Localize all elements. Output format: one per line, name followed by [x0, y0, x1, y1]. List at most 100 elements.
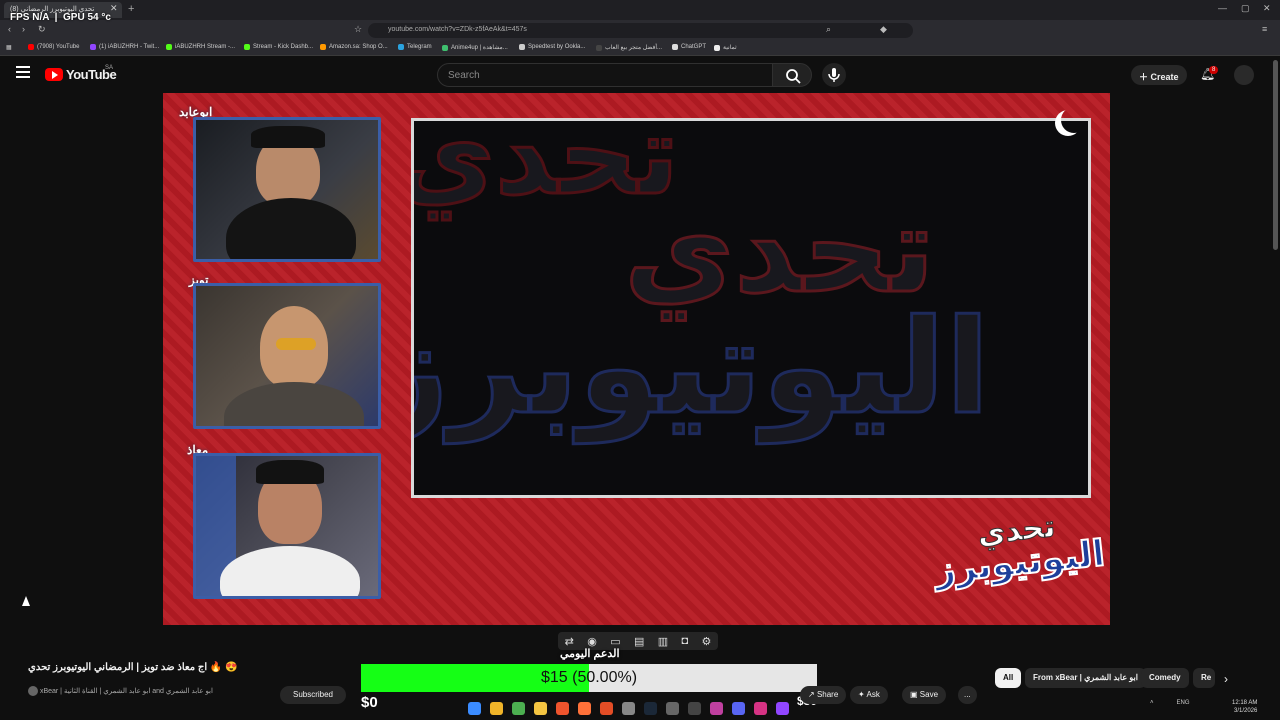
windows-start-icon[interactable] [468, 702, 481, 715]
chip-all[interactable]: All [995, 668, 1022, 688]
lang-indicator[interactable]: ENG [1177, 700, 1190, 706]
brave-shield-icon[interactable]: ◆ [880, 24, 887, 35]
chip-from-channel[interactable]: From xBear | ابو عابد الشمري [1025, 668, 1146, 688]
video-player[interactable]: ابوعابد تويز معاذ تحدي تحدي اليوتيوبرز ت… [163, 93, 1110, 625]
forward-icon[interactable]: › [22, 24, 25, 34]
kick-favicon-icon [244, 44, 250, 50]
chevron-up-icon[interactable]: ˄ [1150, 700, 1154, 706]
fps-overlay: FPS N/A | GPU 54 °c [10, 12, 111, 23]
bookmark-label: (7908) YouTube [37, 44, 80, 50]
chip-comedy[interactable]: Comedy [1141, 668, 1189, 688]
search-input[interactable]: Search [437, 63, 773, 87]
create-button[interactable]: ＋ Create [1131, 65, 1187, 85]
bookmark-item[interactable]: ChatGPT [672, 44, 706, 50]
donation-label: الدعم اليومي [560, 648, 620, 660]
bookmark-item[interactable]: Telegram [398, 44, 432, 50]
account-avatar[interactable] [1234, 65, 1254, 85]
audio-wave-icon[interactable]: ◉ [587, 635, 597, 648]
bookmark-label: iABUZHRH Stream -... [175, 44, 236, 50]
background-title-line3: اليوتيوبرز [411, 290, 991, 445]
apps-grid-icon[interactable]: ▦ [6, 44, 12, 51]
crescent-moon-icon [1061, 107, 1087, 133]
fps-label: FPS [10, 12, 30, 23]
bookmark-item[interactable]: (7908) YouTube [28, 44, 79, 50]
bookmark-label: Amazon.sa: Shop O... [329, 44, 388, 50]
bookmark-item[interactable]: ثمانية [714, 44, 737, 51]
country-code: SA [105, 65, 114, 71]
webcam-feed-2 [193, 283, 381, 429]
app-icon[interactable] [622, 702, 635, 715]
bookmark-item[interactable]: أفضل متجر بيع العاب... [596, 44, 662, 51]
speedtest-favicon-icon [519, 44, 525, 50]
bookmark-label: Anime4up | مشاهدة... [451, 45, 508, 51]
theater-icon[interactable]: ▥ [658, 635, 668, 648]
bookmark-item[interactable]: Anime4up | مشاهدة... [442, 44, 508, 51]
steam-icon[interactable] [644, 702, 657, 715]
channel-avatar[interactable] [28, 686, 38, 696]
telegram-favicon-icon [398, 44, 404, 50]
bookmark-item[interactable]: Stream - Kick Dashb... [244, 44, 313, 50]
chatgpt-favicon-icon [672, 44, 678, 50]
app-icon[interactable] [776, 702, 789, 715]
taskbar-clock[interactable]: 12:18 AM 3/1/2026 [1232, 699, 1257, 715]
donation-progress-text: $15 (50.00%) [540, 669, 638, 686]
clock-time: 12:18 AM [1232, 700, 1258, 706]
bookmark-item[interactable]: Speedtest by Ookla... [519, 44, 585, 50]
page-scrollbar[interactable] [1273, 60, 1278, 250]
system-tray[interactable]: ˄ ENG [1150, 700, 1190, 706]
browser-menu-icon[interactable]: ≡ [1262, 24, 1267, 34]
brave-browser-icon[interactable] [556, 702, 569, 715]
webcam-feed-3 [193, 453, 381, 599]
mouse-cursor-icon [22, 596, 30, 606]
reload-icon[interactable]: ↻ [38, 24, 46, 35]
plus-icon: ＋ [1139, 72, 1149, 82]
twitch-favicon-icon [90, 44, 96, 50]
screenshot-icon[interactable]: ◘ [681, 635, 688, 647]
search-button[interactable] [772, 63, 812, 87]
bookmark-item[interactable]: iABUZHRH Stream -... [166, 44, 235, 50]
voice-search-button[interactable] [822, 63, 846, 87]
chevron-right-icon[interactable]: › [1224, 672, 1228, 686]
window-close-icon[interactable]: ✕ [1263, 3, 1271, 14]
app-icon[interactable] [600, 702, 613, 715]
back-icon[interactable]: ‹ [8, 24, 11, 34]
channel-name-text[interactable]: xBear | ابو عابد الشمري | القناة الثانية… [40, 688, 213, 695]
app-icon[interactable] [754, 702, 767, 715]
url-field[interactable]: youtube.com/watch?v=ZDk-z5fAeAk&t=457s [368, 23, 913, 38]
app-icon[interactable] [666, 702, 679, 715]
tab-close-icon[interactable]: ✕ [110, 3, 118, 14]
zoom-icon[interactable]: ⌕ [826, 24, 831, 35]
clip-icon[interactable]: ▤ [634, 635, 644, 648]
anime-favicon-icon [442, 44, 448, 51]
firefox-icon[interactable] [578, 702, 591, 715]
gpu-label: GPU [63, 12, 85, 23]
new-tab-button[interactable]: + [128, 3, 134, 15]
video-title: 😍 🔥 اج معاذ ضد تويز | الرمضاني اليوتيوبر… [28, 662, 238, 673]
loop-icon[interactable]: ⇄ [565, 635, 574, 648]
donation-progress-bar: $15 (50.00%) [361, 664, 817, 692]
bookmark-label: Telegram [407, 44, 432, 50]
thmanyah-favicon-icon [714, 44, 720, 51]
bookmark-item[interactable]: (1) iABUZHRH - Twit... [90, 44, 159, 50]
bookmark-star-icon[interactable]: ☆ [354, 24, 362, 35]
channel-name[interactable]: xBear | ابو عابد الشمري | القناة الثانية… [28, 686, 213, 696]
maximize-icon[interactable]: ▢ [1241, 3, 1250, 14]
minecraft-icon[interactable] [512, 702, 525, 715]
minimize-icon[interactable]: — [1218, 3, 1227, 13]
fps-value: N/A [32, 12, 50, 23]
bookmarks-bar: ▦ (7908) YouTube (1) iABUZHRH - Twit... … [0, 40, 1280, 56]
windows-taskbar [0, 696, 1280, 720]
app-icon[interactable] [710, 702, 723, 715]
miniplayer-icon[interactable]: ▭ [610, 635, 620, 648]
app-icon[interactable] [688, 702, 701, 715]
settings-gear-icon[interactable]: ⚙ [701, 635, 711, 648]
hamburger-menu-icon[interactable] [16, 66, 30, 78]
chip-related[interactable]: Re [1193, 668, 1215, 688]
app-icon[interactable] [490, 702, 503, 715]
youtube-favicon-icon [28, 44, 34, 50]
discord-icon[interactable] [732, 702, 745, 715]
show-logo: تحدي اليوتيوبرز [930, 504, 1108, 593]
bookmark-label: أفضل متجر بيع العاب... [605, 45, 663, 51]
file-explorer-icon[interactable] [534, 702, 547, 715]
bookmark-item[interactable]: Amazon.sa: Shop O... [320, 44, 388, 50]
